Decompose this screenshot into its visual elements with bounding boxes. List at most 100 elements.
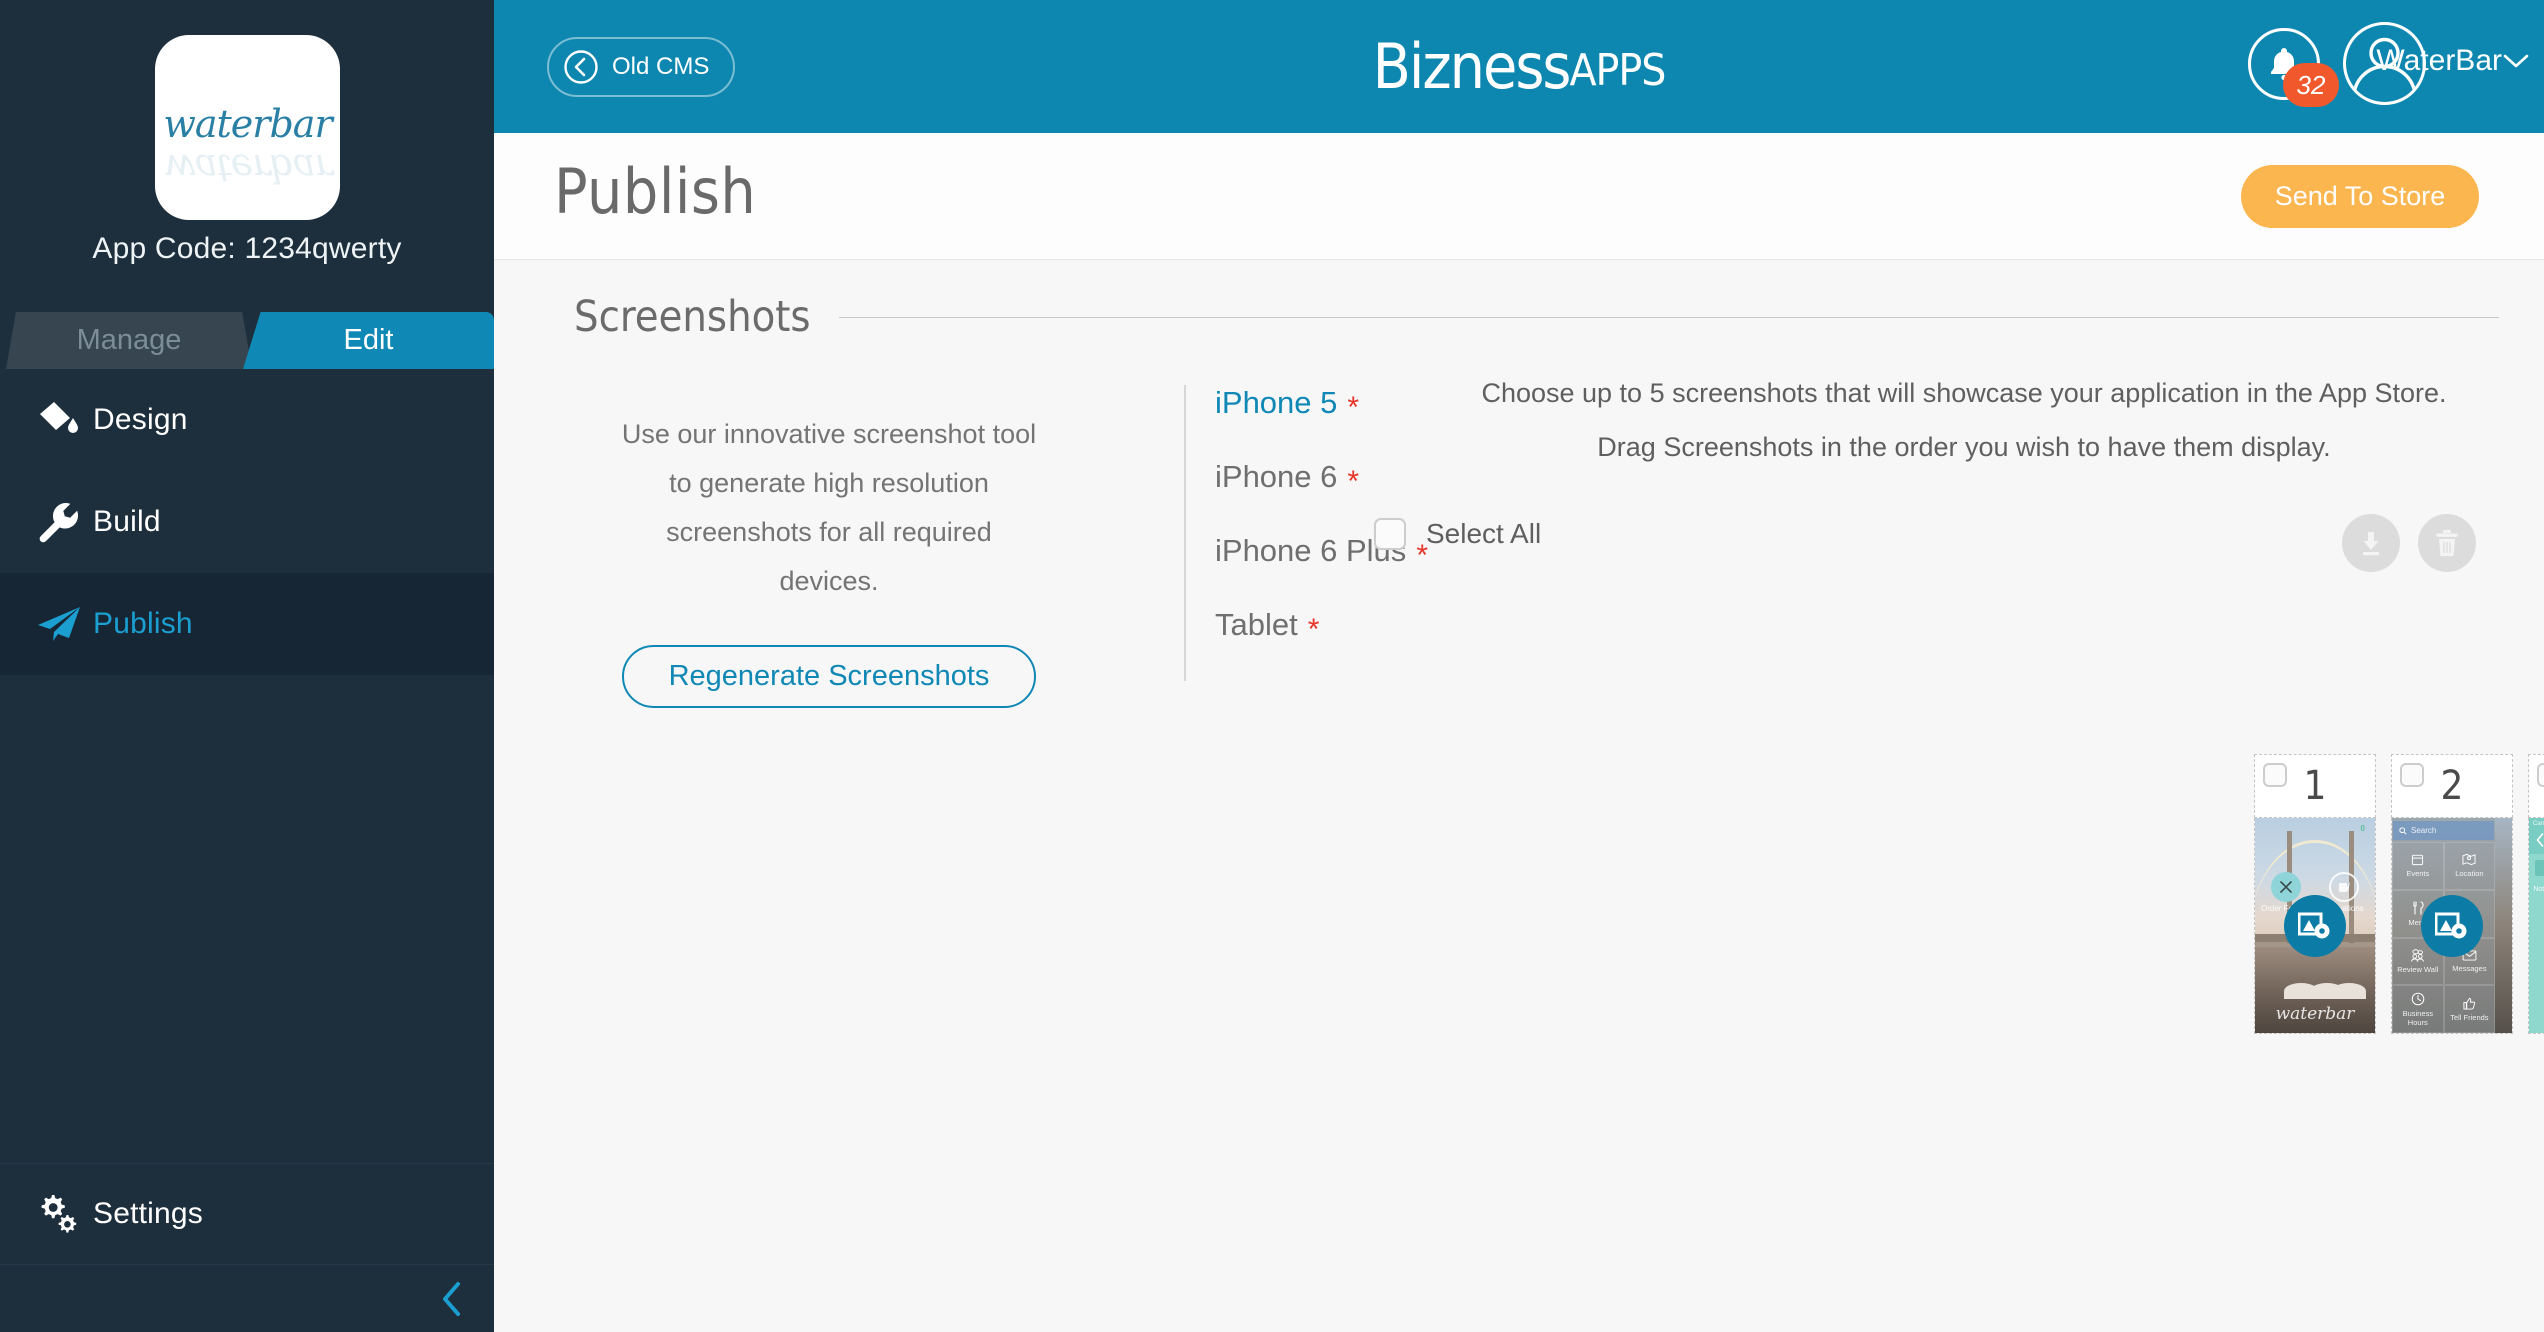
screenshot-tool-description: Use our innovative screenshot tool to ge… xyxy=(621,419,1037,596)
gears-icon xyxy=(25,1188,93,1240)
device-label: iPhone 6 xyxy=(1215,459,1338,494)
slot-header: 1 xyxy=(2254,754,2376,818)
preview-watermark: waterbar xyxy=(2275,1004,2355,1024)
image-settings-icon[interactable] xyxy=(2284,894,2346,957)
download-icon xyxy=(2356,528,2386,558)
required-asterisk: * xyxy=(1347,465,1360,498)
feature-icon-reservations xyxy=(2329,872,2359,902)
segmented-control[interactable]: Upcoming Past xyxy=(2535,860,2544,876)
slot-preview[interactable]: Search Events Location Menu Review Wall … xyxy=(2391,818,2513,1034)
app-logo-text: waterbar xyxy=(163,102,332,146)
slot-preview[interactable]: Carrier 4:17 PM Events xyxy=(2528,818,2544,1034)
sidebar-item-build[interactable]: Build xyxy=(0,471,494,573)
tab-edit[interactable]: Edit xyxy=(243,312,494,369)
device-item-tablet[interactable]: Tablet * xyxy=(1215,607,1428,655)
sidebar: waterbar App Code: 1234qwerty Manage Edi… xyxy=(0,0,494,1332)
wrench-icon xyxy=(25,496,93,548)
send-to-store-button[interactable]: Send To Store xyxy=(2241,165,2479,228)
tile-label: Business Hours xyxy=(2402,1008,2434,1027)
circle-back-arrow-icon xyxy=(563,49,599,85)
sidebar-item-label: Design xyxy=(93,403,188,436)
notifications-button[interactable]: 32 xyxy=(2248,28,2339,107)
chevron-left-icon xyxy=(440,1281,462,1317)
empty-state-message: Nothing found. Pull down to refresh. xyxy=(2533,886,2544,893)
regenerate-screenshots-button[interactable]: Regenerate Screenshots xyxy=(622,645,1036,708)
tile-tell-friends: Tell Friends xyxy=(2443,985,2496,1033)
back-chevron-icon xyxy=(2536,833,2544,850)
slot-header: 2 xyxy=(2391,754,2513,818)
slot-checkbox[interactable] xyxy=(2263,763,2287,787)
bulk-actions xyxy=(2342,514,2476,572)
sidebar-collapse-button[interactable] xyxy=(0,1265,494,1332)
select-all-control[interactable]: Select All xyxy=(1374,518,1541,550)
page-titlebar: Publish Send To Store xyxy=(494,133,2544,260)
slot-header: 3 xyxy=(2528,754,2544,818)
select-all-checkbox[interactable] xyxy=(1374,518,1406,550)
tile-location: Location xyxy=(2443,842,2496,890)
select-all-label: Select All xyxy=(1426,518,1542,549)
required-asterisk: * xyxy=(1307,613,1320,646)
search-placeholder: Search xyxy=(2411,826,2437,835)
trash-icon xyxy=(2433,528,2461,558)
brand-logo: Bizness APPS xyxy=(494,0,2544,133)
screenshot-manager: Choose up to 5 screenshots that will sho… xyxy=(1374,378,2544,1034)
main-content: Screenshots Use our innovative screensho… xyxy=(494,260,2544,1332)
delete-button[interactable] xyxy=(2418,514,2476,572)
account-mode-tabs: Manage Edit xyxy=(0,312,494,369)
screenshot-slot[interactable]: 2 Search Events Location Menu Review Wal… xyxy=(2391,754,2513,1034)
slot-number: 1 xyxy=(2303,763,2327,809)
tile-label: Review Wall xyxy=(2397,964,2439,974)
tile-label: Events xyxy=(2406,869,2430,879)
tile-label: Messages xyxy=(2452,963,2487,973)
section-title: Screenshots xyxy=(574,292,811,342)
tile-label: Location xyxy=(2455,869,2484,879)
old-cms-button[interactable]: Old CMS xyxy=(547,37,736,97)
device-label: iPhone 5 xyxy=(1215,385,1338,420)
app-logo: waterbar xyxy=(155,35,340,220)
instruction-line-1: Choose up to 5 screenshots that will sho… xyxy=(1481,378,2447,408)
tile-events: Events xyxy=(2392,842,2444,890)
tab-manage[interactable]: Manage xyxy=(6,312,252,369)
sidebar-item-design[interactable]: Design xyxy=(0,369,494,471)
old-cms-label: Old CMS xyxy=(612,53,710,80)
paint-bucket-icon xyxy=(25,394,93,446)
section-header: Screenshots xyxy=(574,292,2499,342)
carrier-label: Carrier xyxy=(2533,820,2544,827)
image-settings-icon[interactable] xyxy=(2421,894,2483,957)
nav-bar: Events xyxy=(2529,829,2544,854)
slot-checkbox[interactable] xyxy=(2400,763,2424,787)
sidebar-item-label: Publish xyxy=(93,607,193,640)
device-item-iphone-6[interactable]: iPhone 6 * xyxy=(1215,459,1428,507)
screenshot-slot[interactable]: 3 Carrier 4:17 PM xyxy=(2528,754,2544,1034)
brand-primary-text: Bizness xyxy=(1372,30,1572,103)
notification-badge: 32 xyxy=(2283,63,2339,107)
tile-label: Tell Friends xyxy=(2450,1012,2489,1022)
sidebar-item-label: Build xyxy=(93,505,161,538)
section-divider xyxy=(838,316,2499,318)
tile-business-hours: Business Hours xyxy=(2392,985,2444,1033)
download-button[interactable] xyxy=(2342,514,2400,572)
feature-icon-order-food xyxy=(2271,872,2301,902)
brand-secondary-text: APPS xyxy=(1569,45,1666,96)
page-title: Publish xyxy=(554,155,757,228)
instruction-line-2: Drag Screenshots in the order you wish t… xyxy=(1597,432,2331,462)
slot-preview[interactable]: Order Food Reservations 0 waterbar xyxy=(2254,818,2376,1034)
search-bar: Search xyxy=(2393,821,2495,840)
screenshot-slot-list: 1 Order Food 0 waterbar 2 Search Events … xyxy=(2254,754,2544,1034)
device-label: Tablet xyxy=(1215,607,1298,642)
top-header: Old CMS Bizness APPS 32 WaterBar xyxy=(494,0,2544,133)
screenshot-slot[interactable]: 1 Order Food 0 waterbar xyxy=(2254,754,2376,1034)
segment-upcoming[interactable]: Upcoming xyxy=(2535,860,2544,876)
slot-number: 2 xyxy=(2440,763,2464,809)
sidebar-item-label: Settings xyxy=(93,1197,203,1230)
sidebar-item-settings[interactable]: Settings xyxy=(0,1163,494,1265)
screenshot-tool-panel: Use our innovative screenshot tool to ge… xyxy=(574,410,1084,708)
chevron-down-icon[interactable] xyxy=(2502,52,2530,70)
slot-checkbox[interactable] xyxy=(2537,763,2544,787)
user-name[interactable]: WaterBar xyxy=(2376,44,2502,78)
sidebar-item-publish[interactable]: Publish xyxy=(0,573,494,675)
badge-count: 0 xyxy=(2360,824,2365,833)
sidebar-nav: Design Build Publish xyxy=(0,369,494,675)
required-asterisk: * xyxy=(1347,391,1360,424)
app-code: App Code: 1234qwerty xyxy=(92,232,402,265)
